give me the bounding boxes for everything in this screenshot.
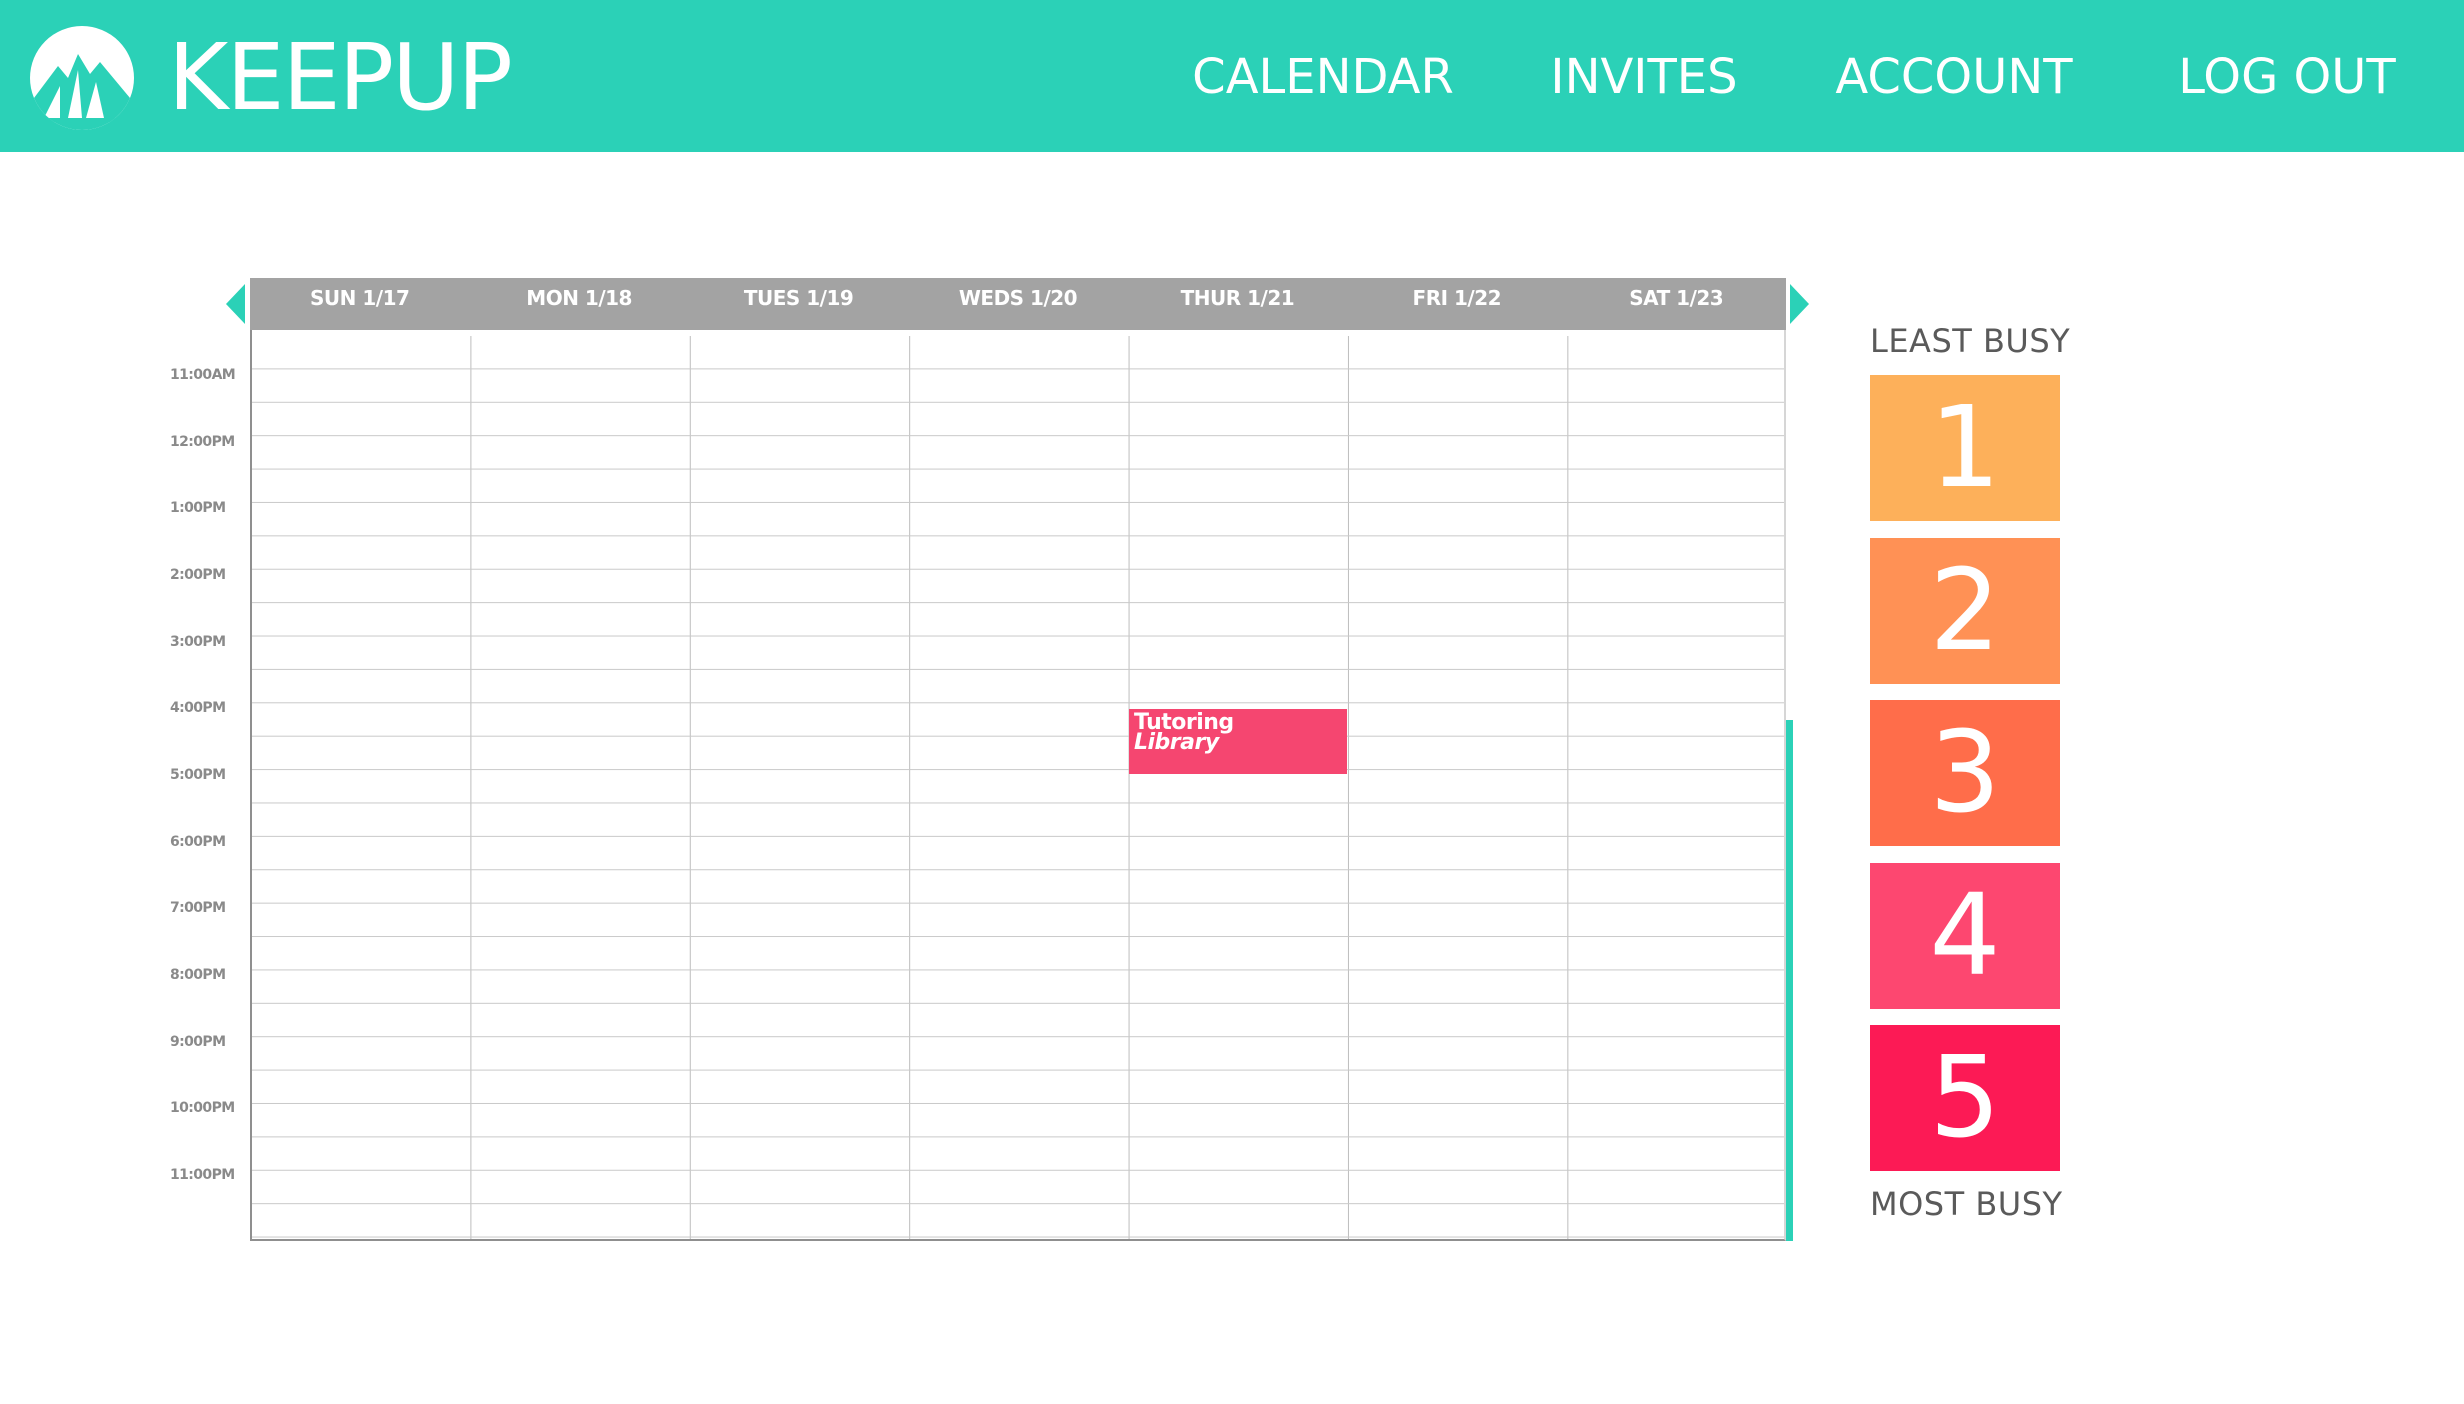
nav-account[interactable]: ACCOUNT (1834, 42, 2074, 112)
day-header-wed: WEDS 1/20 (958, 286, 1078, 310)
top-navbar: KEEPUP CALENDAR INVITES ACCOUNT LOG OUT (0, 0, 2464, 152)
least-busy-label: LEAST BUSY (1870, 322, 2071, 360)
calendar-grid[interactable] (250, 330, 1786, 1241)
time-label: 7:00PM (170, 900, 226, 916)
day-header-mon: MON 1/18 (526, 286, 632, 310)
nav-log-out[interactable]: LOG OUT (2172, 42, 2402, 112)
time-label: 12:00PM (170, 434, 235, 450)
day-header-sat: SAT 1/23 (1629, 286, 1724, 310)
time-label: 8:00PM (170, 967, 226, 983)
busy-level-2-button[interactable]: 2 (1870, 538, 2060, 684)
most-busy-label: MOST BUSY (1870, 1185, 2063, 1223)
nav-invites[interactable]: INVITES (1544, 42, 1744, 112)
day-header-sun: SUN 1/17 (310, 286, 410, 310)
time-label: 2:00PM (170, 567, 226, 583)
chevron-right-icon[interactable] (1790, 284, 1809, 324)
time-label: 11:00AM (170, 367, 236, 383)
time-label: 1:00PM (170, 500, 226, 516)
day-header-thu: THUR 1/21 (1180, 286, 1295, 310)
day-header-tue: TUES 1/19 (743, 286, 854, 310)
nav-calendar[interactable]: CALENDAR (1188, 42, 1458, 112)
chevron-left-icon[interactable] (226, 284, 245, 324)
brand-name[interactable]: KEEPUP (168, 26, 513, 130)
mountain-icon[interactable] (30, 26, 134, 130)
week-header: SUN 1/17 MON 1/18 TUES 1/19 WEDS 1/20 TH… (250, 278, 1786, 330)
time-label: 10:00PM (170, 1100, 235, 1116)
busy-level-3-button[interactable]: 3 (1870, 700, 2060, 846)
event-tutoring[interactable]: Tutoring Library (1129, 709, 1347, 774)
time-label: 4:00PM (170, 700, 226, 716)
busy-level-4-button[interactable]: 4 (1870, 863, 2060, 1009)
calendar-scrollbar[interactable] (1786, 720, 1793, 1241)
time-label: 3:00PM (170, 634, 226, 650)
busy-level-5-button[interactable]: 5 (1870, 1025, 2060, 1171)
calendar-grid-top-gap (250, 330, 1786, 336)
time-label: 5:00PM (170, 767, 226, 783)
time-label: 11:00PM (170, 1167, 235, 1183)
day-header-fri: FRI 1/22 (1412, 286, 1502, 310)
time-label: 9:00PM (170, 1034, 226, 1050)
busy-level-1-button[interactable]: 1 (1870, 375, 2060, 521)
event-location: Library (1134, 730, 1219, 755)
time-label: 6:00PM (170, 834, 226, 850)
